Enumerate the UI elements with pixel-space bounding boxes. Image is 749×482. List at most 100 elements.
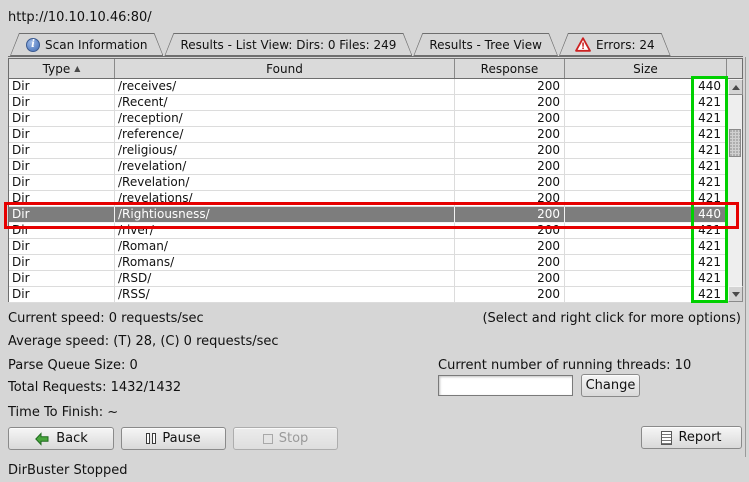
- cell-size: 421: [565, 223, 727, 239]
- tab-label: Errors: 24: [596, 38, 655, 52]
- time-to-finish-text: Time To Finish: ~: [8, 405, 118, 420]
- cell-response: 200: [455, 175, 565, 191]
- table-row[interactable]: Dir /revelation/ 200 421: [9, 159, 727, 175]
- cell-found: /Rightiousness/: [115, 207, 455, 223]
- table-row[interactable]: Dir /RSD/ 200 421: [9, 271, 727, 287]
- back-button-label: Back: [56, 431, 88, 446]
- parse-queue-text: Parse Queue Size: 0: [8, 358, 138, 373]
- tab-bar: i Scan Information Results - List View: …: [10, 33, 672, 56]
- tab-results-list-view[interactable]: Results - List View: Dirs: 0 Files: 249: [164, 33, 412, 56]
- cell-response: 200: [455, 79, 565, 95]
- tab-label: Results - List View: Dirs: 0 Files: 249: [180, 38, 396, 52]
- table-header: Type ▲ Found Response Size: [9, 59, 742, 79]
- table-row[interactable]: Dir /receives/ 200 440: [9, 79, 727, 95]
- cell-size: 421: [565, 95, 727, 111]
- change-threads-button[interactable]: Change: [581, 374, 640, 397]
- tab-scan-information[interactable]: i Scan Information: [10, 33, 163, 56]
- back-button[interactable]: Back: [8, 427, 114, 450]
- threads-count-label: Current number of running threads: 10: [438, 358, 691, 373]
- cell-response: 200: [455, 287, 565, 303]
- column-header-size[interactable]: Size: [565, 59, 727, 78]
- cell-type: Dir: [9, 143, 115, 159]
- cell-type: Dir: [9, 95, 115, 111]
- tab-errors[interactable]: ! Errors: 24: [559, 33, 671, 56]
- cell-response: 200: [455, 239, 565, 255]
- pause-button[interactable]: Pause: [121, 427, 226, 450]
- table-row[interactable]: Dir /river/ 200 421: [9, 223, 727, 239]
- tab-results-tree-view[interactable]: Results - Tree View: [413, 33, 558, 56]
- cell-response: 200: [455, 207, 565, 223]
- table-row[interactable]: Dir /reference/ 200 421: [9, 127, 727, 143]
- cell-type: Dir: [9, 159, 115, 175]
- total-requests-text: Total Requests: 1432/1432: [8, 380, 181, 395]
- cell-type: Dir: [9, 79, 115, 95]
- cell-size: 421: [565, 255, 727, 271]
- cell-found: /reception/: [115, 111, 455, 127]
- table-row[interactable]: Dir /Roman/ 200 421: [9, 239, 727, 255]
- scrollbar-thumb[interactable]: [729, 129, 741, 157]
- cell-response: 200: [455, 111, 565, 127]
- right-click-hint-text: (Select and right click for more options…: [482, 311, 741, 326]
- table-row[interactable]: Dir /reception/ 200 421: [9, 111, 727, 127]
- cell-type: Dir: [9, 127, 115, 143]
- cell-found: /reference/: [115, 127, 455, 143]
- cell-size: 440: [565, 207, 727, 223]
- warning-icon: !: [575, 37, 591, 52]
- table-body: Dir /receives/ 200 440 Dir /Recent/ 200 …: [9, 79, 727, 303]
- stop-button[interactable]: Stop: [233, 427, 338, 450]
- cell-response: 200: [455, 255, 565, 271]
- tab-label: Results - Tree View: [429, 38, 542, 52]
- cell-response: 200: [455, 95, 565, 111]
- column-label: Response: [481, 62, 539, 76]
- cell-found: /Roman/: [115, 239, 455, 255]
- header-corner: [727, 59, 742, 78]
- cell-size: 421: [565, 143, 727, 159]
- table-row[interactable]: Dir /Revelation/ 200 421: [9, 175, 727, 191]
- cell-type: Dir: [9, 255, 115, 271]
- cell-type: Dir: [9, 223, 115, 239]
- vertical-scrollbar[interactable]: [727, 79, 742, 302]
- sort-ascending-icon: ▲: [74, 65, 80, 73]
- panel-right-border: [745, 57, 746, 457]
- results-table: Type ▲ Found Response Size Dir /receives…: [8, 58, 743, 302]
- triangle-up-icon: [732, 85, 740, 90]
- report-button[interactable]: Report: [641, 426, 742, 449]
- column-header-type[interactable]: Type ▲: [9, 59, 115, 78]
- cell-size: 440: [565, 79, 727, 95]
- cell-response: 200: [455, 191, 565, 207]
- cell-type: Dir: [9, 271, 115, 287]
- table-row[interactable]: Dir /Rightiousness/ 200 440: [9, 207, 727, 223]
- svg-text:!: !: [581, 42, 585, 52]
- cell-size: 421: [565, 191, 727, 207]
- cell-response: 200: [455, 271, 565, 287]
- cell-type: Dir: [9, 287, 115, 303]
- table-row[interactable]: Dir /Romans/ 200 421: [9, 255, 727, 271]
- column-label: Type: [43, 62, 71, 76]
- cell-response: 200: [455, 159, 565, 175]
- pause-icon: [146, 433, 156, 444]
- scroll-down-button[interactable]: [728, 286, 743, 302]
- cell-type: Dir: [9, 239, 115, 255]
- dirbuster-window: http://10.10.10.46:80/ i Scan Informatio…: [0, 0, 749, 482]
- table-row[interactable]: Dir /Recent/ 200 421: [9, 95, 727, 111]
- cell-size: 421: [565, 175, 727, 191]
- cell-found: /RSS/: [115, 287, 455, 303]
- column-header-found[interactable]: Found: [115, 59, 455, 78]
- report-button-label: Report: [678, 430, 721, 445]
- cell-size: 421: [565, 127, 727, 143]
- average-speed-text: Average speed: (T) 28, (C) 0 requests/se…: [8, 334, 279, 349]
- column-label: Size: [633, 62, 658, 76]
- stop-square-icon: [263, 434, 273, 444]
- cell-response: 200: [455, 143, 565, 159]
- table-row[interactable]: Dir /RSS/ 200 421: [9, 287, 727, 303]
- column-label: Found: [266, 62, 303, 76]
- table-row[interactable]: Dir /revelations/ 200 421: [9, 191, 727, 207]
- cell-response: 200: [455, 127, 565, 143]
- threads-input[interactable]: [438, 375, 573, 396]
- target-url: http://10.10.10.46:80/: [8, 10, 152, 25]
- table-row[interactable]: Dir /religious/ 200 421: [9, 143, 727, 159]
- cell-found: /religious/: [115, 143, 455, 159]
- column-header-response[interactable]: Response: [455, 59, 565, 78]
- scroll-up-button[interactable]: [728, 79, 743, 95]
- cell-found: /Romans/: [115, 255, 455, 271]
